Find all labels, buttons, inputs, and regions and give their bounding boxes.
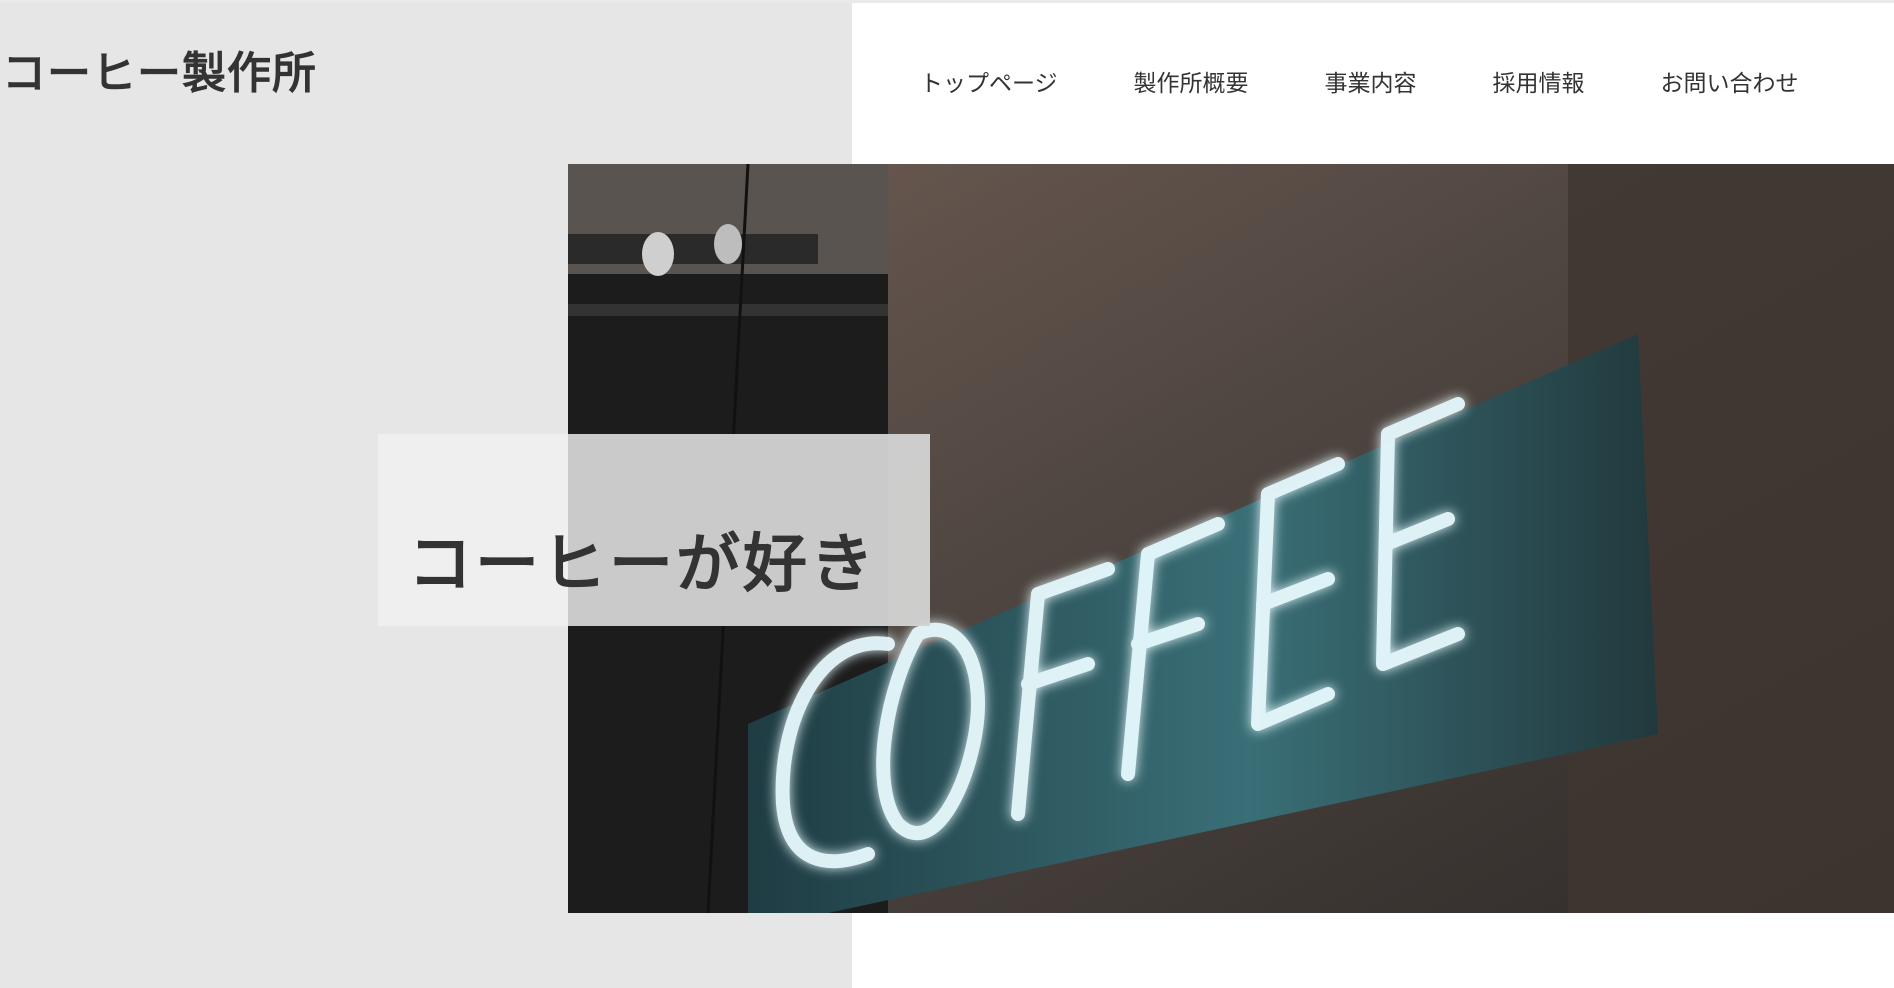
hero-catch-copy: コーヒーが好き <box>408 527 877 602</box>
nav-item-recruit[interactable]: 採用情報 <box>1493 72 1585 96</box>
nav-item-contact[interactable]: お問い合わせ <box>1661 72 1799 96</box>
nav-item-top-page[interactable]: トップページ <box>920 72 1058 96</box>
global-nav: トップページ 製作所概要 事業内容 採用情報 お問い合わせ <box>920 68 1799 100</box>
page: コーヒー製作所 トップページ 製作所概要 事業内容 採用情報 お問い合わせ コー… <box>0 0 1894 988</box>
nav-item-company-overview[interactable]: 製作所概要 <box>1134 72 1249 96</box>
nav-item-business[interactable]: 事業内容 <box>1325 72 1417 96</box>
site-title-logo[interactable]: コーヒー製作所 <box>2 52 317 96</box>
